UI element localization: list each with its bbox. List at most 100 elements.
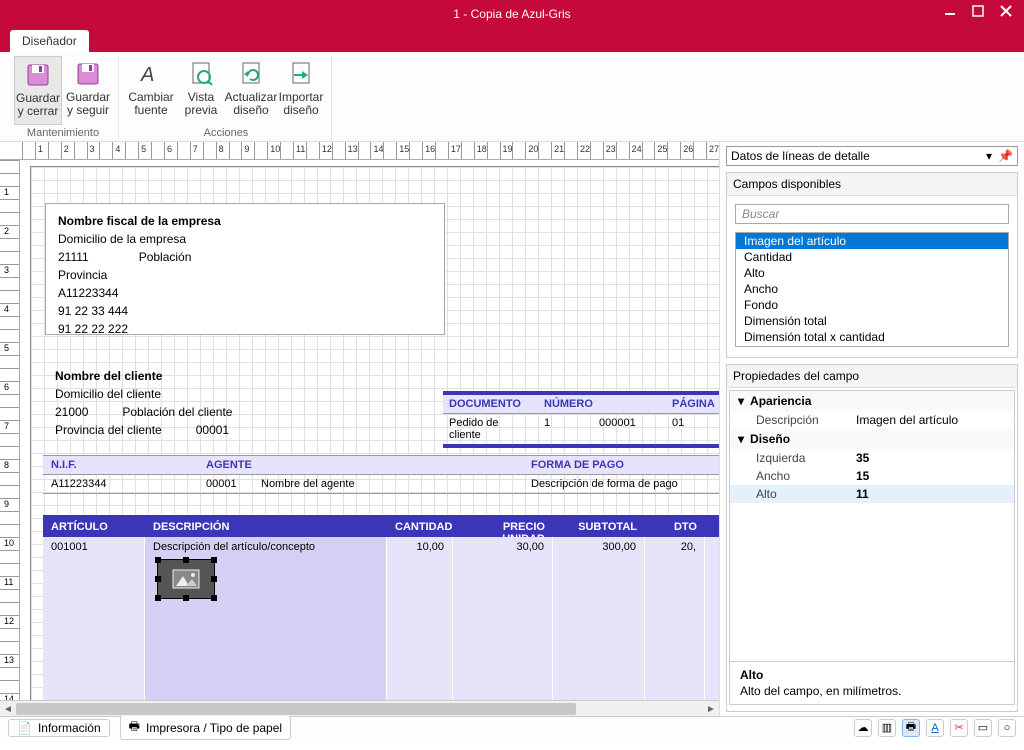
- company-phone2: 91 22 22 222: [58, 320, 432, 338]
- company-block[interactable]: Nombre fiscal de la empresa Domicilio de…: [45, 203, 445, 335]
- doc-val-serie: 1: [538, 414, 593, 444]
- group-acciones-label: Acciones: [127, 125, 325, 141]
- cambiar-fuente-button[interactable]: A Cambiar fuente: [127, 56, 175, 125]
- horizontal-scrollbar[interactable]: ◄ ►: [0, 700, 719, 716]
- company-province: Provincia: [58, 266, 432, 284]
- field-item[interactable]: Alto: [736, 265, 1008, 281]
- svg-text:A: A: [140, 64, 154, 86]
- document-header[interactable]: DOCUMENTO NÚMERO PÁGINA Pedido de client…: [443, 391, 719, 448]
- tab-designer[interactable]: Diseñador: [10, 30, 89, 52]
- tool-icon-cut[interactable]: ✂: [950, 719, 968, 737]
- doc-head-numero: NÚMERO: [538, 395, 593, 413]
- doc-val-pagina: 01: [666, 414, 719, 444]
- window-controls: [936, 0, 1020, 22]
- prop-group-diseno[interactable]: ▾Diseño: [730, 429, 1014, 449]
- art-val-desc: Descripción del artículo/concepto: [145, 537, 387, 557]
- article-body-area[interactable]: [43, 555, 719, 700]
- status-tool-icons: ☁ ▥ 🖶 A ✂ ▭ ○: [854, 719, 1016, 737]
- main-area: 1234567891011121314151617181920212223242…: [0, 142, 1024, 716]
- doc-head-pagina: PÁGINA: [666, 395, 719, 413]
- company-phone1: 91 22 33 444: [58, 302, 432, 320]
- guardar-cerrar-label: Guardar y cerrar: [15, 92, 61, 118]
- client-address: Domicilio del cliente: [55, 385, 232, 403]
- field-item[interactable]: Dimensión total: [736, 313, 1008, 329]
- guardar-seguir-button[interactable]: Guardar y seguir: [64, 56, 112, 125]
- scroll-left-arrow[interactable]: ◄: [0, 701, 16, 716]
- paper-scroll-area[interactable]: Nombre fiscal de la empresa Domicilio de…: [20, 160, 719, 700]
- combo-value: Datos de líneas de detalle: [731, 149, 870, 163]
- prop-izquierda[interactable]: Izquierda35: [730, 449, 1014, 467]
- doc-val-documento: Pedido de cliente: [443, 414, 538, 444]
- preview-icon: [187, 60, 215, 88]
- collapse-icon: ▾: [738, 394, 744, 408]
- maximize-button[interactable]: [964, 0, 992, 22]
- scroll-thumb[interactable]: [16, 703, 576, 715]
- info-label: Información: [38, 721, 101, 735]
- client-block[interactable]: Nombre del cliente Domicilio del cliente…: [55, 367, 232, 439]
- properties-title: Propiedades del campo: [727, 365, 1017, 388]
- article-row[interactable]: 001001 Descripción del artículo/concepto…: [43, 537, 719, 557]
- prop-ancho[interactable]: Ancho15: [730, 467, 1014, 485]
- pin-icon[interactable]: 📌: [998, 149, 1013, 163]
- prop-group-apariencia[interactable]: ▾Apariencia: [730, 391, 1014, 411]
- nif-data-row[interactable]: A11223344 00001 Nombre del agente Descri…: [43, 475, 719, 494]
- save-close-icon: [24, 61, 52, 89]
- field-item[interactable]: Dimensión total x cantidad: [736, 329, 1008, 345]
- printer-tab-button[interactable]: 🖶 Impresora / Tipo de papel: [120, 715, 291, 740]
- importar-diseno-button[interactable]: Importar diseño: [277, 56, 325, 125]
- tool-icon-2[interactable]: ▥: [878, 719, 896, 737]
- importar-label: Importar diseño: [277, 91, 325, 117]
- tool-icon-1[interactable]: ☁: [854, 719, 872, 737]
- client-city: Población del cliente: [122, 403, 232, 421]
- field-list[interactable]: Imagen del artículoCantidadAltoAnchoFond…: [735, 232, 1009, 347]
- image-placeholder-selected[interactable]: [157, 559, 215, 599]
- company-zip: 21111: [58, 248, 89, 266]
- client-zip: 21000: [55, 403, 88, 421]
- art-val-subtotal: 300,00: [553, 537, 645, 557]
- help-title: Alto: [740, 668, 1004, 682]
- vista-previa-button[interactable]: Vista previa: [177, 56, 225, 125]
- field-item[interactable]: Cantidad: [736, 249, 1008, 265]
- horizontal-ruler: 1234567891011121314151617181920212223242…: [0, 142, 719, 160]
- data-section-combo[interactable]: Datos de líneas de detalle▾ 📌: [726, 146, 1018, 166]
- field-item[interactable]: Fondo: [736, 297, 1008, 313]
- guardar-cerrar-button[interactable]: Guardar y cerrar: [14, 56, 62, 125]
- art-val-dto: 20,: [645, 537, 705, 557]
- printer-icon: 🖶: [129, 717, 140, 738]
- doc-head-documento: DOCUMENTO: [443, 395, 538, 413]
- company-city: Población: [139, 248, 192, 266]
- nif-head-nif: N.I.F.: [43, 456, 198, 474]
- ribbon: Guardar y cerrar Guardar y seguir Manten…: [0, 52, 1024, 142]
- printer-label: Impresora / Tipo de papel: [146, 721, 282, 735]
- company-name: Nombre fiscal de la empresa: [58, 212, 432, 230]
- nif-head-forma: FORMA DE PAGO: [523, 456, 719, 474]
- fields-search-input[interactable]: Buscar: [735, 204, 1009, 224]
- info-tab-button[interactable]: 📄 Información: [8, 719, 110, 737]
- scroll-right-arrow[interactable]: ►: [703, 701, 719, 716]
- tool-icon-text[interactable]: A: [926, 719, 944, 737]
- client-code: 00001: [196, 421, 229, 439]
- actualizar-label: Actualizar diseño: [225, 91, 278, 117]
- field-item[interactable]: Imagen del artículo: [736, 233, 1008, 249]
- field-item[interactable]: Ancho: [736, 281, 1008, 297]
- collapse-icon: ▾: [738, 432, 744, 446]
- tool-icon-rect[interactable]: ▭: [974, 719, 992, 737]
- nif-val-agente-name: Nombre del agente: [253, 475, 523, 493]
- tool-icon-circle[interactable]: ○: [998, 719, 1016, 737]
- design-paper[interactable]: Nombre fiscal de la empresa Domicilio de…: [30, 166, 719, 700]
- vertical-ruler: 1234567891011121314: [0, 160, 20, 700]
- tool-icon-3[interactable]: 🖶: [902, 719, 920, 737]
- client-name: Nombre del cliente: [55, 367, 232, 385]
- art-val-precio: 30,00: [453, 537, 553, 557]
- field-item[interactable]: Número de bultos: [736, 345, 1008, 347]
- company-address: Domicilio de la empresa: [58, 230, 432, 248]
- page-icon: 📄: [17, 721, 32, 735]
- nif-header-row[interactable]: N.I.F. AGENTE FORMA DE PAGO: [43, 455, 719, 475]
- actualizar-diseno-button[interactable]: Actualizar diseño: [227, 56, 275, 125]
- minimize-button[interactable]: [936, 0, 964, 22]
- client-province: Provincia del cliente: [55, 421, 162, 439]
- close-button[interactable]: [992, 0, 1020, 22]
- prop-alto[interactable]: Alto11: [730, 485, 1014, 503]
- property-help: Alto Alto del campo, en milímetros.: [730, 661, 1014, 704]
- prop-descripcion[interactable]: DescripciónImagen del artículo: [730, 411, 1014, 429]
